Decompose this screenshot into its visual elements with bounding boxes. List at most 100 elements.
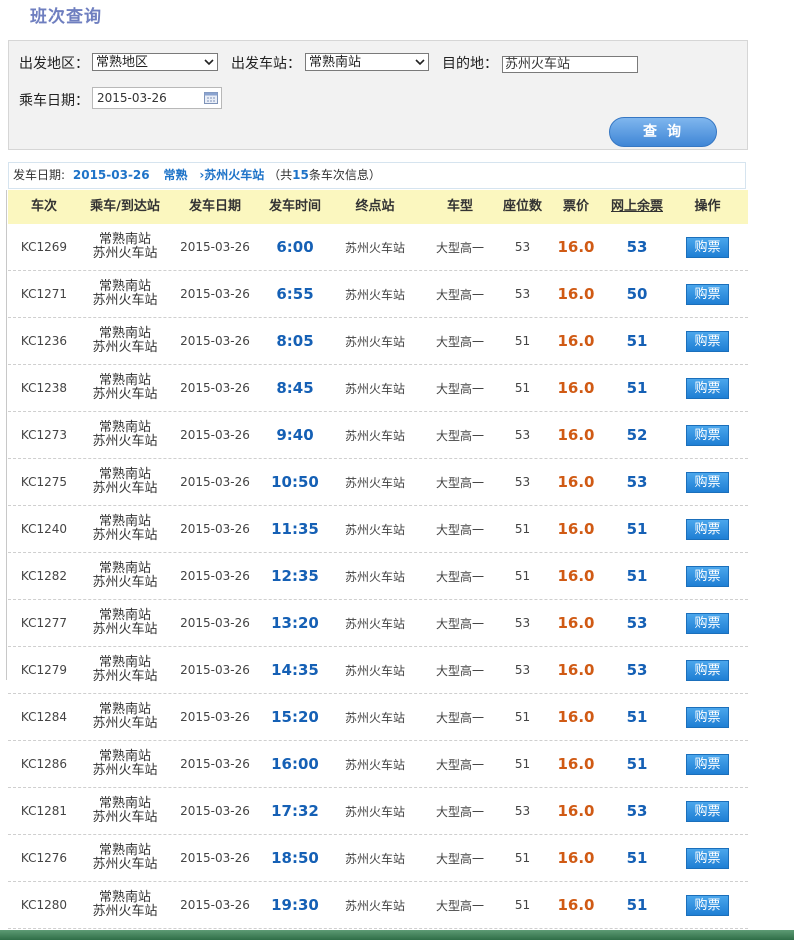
cell-date: 2015-03-26 — [180, 381, 250, 395]
cell-terminal: 苏州火车站 — [344, 710, 405, 725]
cell-seats: 53 — [514, 663, 531, 677]
boarding-station: 常熟南站 — [98, 467, 151, 482]
result-summary: 发车日期: 2015-03-26 常熟 ›苏州火车站 （共15条车次信息） — [8, 162, 746, 189]
cell-stations: 常熟南站 苏州火车站 — [80, 421, 170, 449]
cell-seats: 51 — [514, 757, 531, 771]
cell-time: 13:20 — [271, 614, 319, 632]
buy-ticket-button[interactable]: 购票 — [686, 800, 729, 822]
table-header: 车次 乘车/到达站 发车日期 发车时间 终点站 车型 座位数 票价 网上余票 操… — [8, 190, 748, 224]
cell-tickets-left: 53 — [626, 661, 648, 679]
cell-terminal: 苏州火车站 — [344, 381, 405, 396]
cell-code: KC1281 — [20, 804, 68, 818]
cell-code: KC1279 — [20, 663, 68, 677]
region-select[interactable]: 常熟地区 — [92, 53, 218, 71]
buy-ticket-button[interactable]: 购票 — [686, 706, 729, 728]
arrival-station: 苏州火车站 — [92, 481, 158, 496]
cell-stations: 常熟南站 苏州火车站 — [80, 515, 170, 543]
cell-action: 购票 — [667, 753, 748, 775]
cell-time: 8:45 — [276, 379, 314, 397]
destination-input[interactable]: 苏州火车站 — [502, 56, 638, 73]
buy-ticket-button[interactable]: 购票 — [686, 424, 729, 446]
arrival-station: 苏州火车站 — [92, 669, 158, 684]
cell-code: KC1269 — [20, 240, 68, 254]
cell-type: 大型高一 — [435, 381, 484, 396]
cell-code: KC1284 — [20, 710, 68, 724]
station-select-value: 常熟南站 — [309, 55, 362, 70]
buy-ticket-button[interactable]: 购票 — [686, 283, 729, 305]
cell-time: 15:20 — [271, 708, 319, 726]
summary-from: 常熟 — [163, 168, 188, 182]
buy-ticket-button[interactable]: 购票 — [686, 894, 729, 916]
cell-date: 2015-03-26 — [180, 757, 250, 771]
cell-date: 2015-03-26 — [180, 851, 250, 865]
arrival-station: 苏州火车站 — [92, 716, 158, 731]
summary-count-prefix: （共 — [268, 168, 293, 182]
cell-date: 2015-03-26 — [180, 898, 250, 912]
table-row: KC1280 常熟南站 苏州火车站 2015-03-26 19:30 苏州火车站 大型高一 5… — [8, 882, 748, 929]
boarding-station: 常熟南站 — [98, 655, 151, 670]
cell-seats: 53 — [514, 475, 531, 489]
station-select[interactable]: 常熟南站 — [305, 53, 429, 71]
buy-ticket-button[interactable]: 购票 — [686, 330, 729, 352]
cell-time: 12:35 — [271, 567, 319, 585]
arrival-station: 苏州火车站 — [92, 810, 158, 825]
buy-ticket-button[interactable]: 购票 — [686, 236, 729, 258]
cell-time: 8:05 — [276, 332, 314, 350]
cell-action: 购票 — [667, 894, 748, 916]
cell-price: 16.0 — [557, 285, 595, 303]
buy-ticket-button[interactable]: 购票 — [686, 518, 729, 540]
cell-code: KC1282 — [20, 569, 68, 583]
buy-ticket-button[interactable]: 购票 — [686, 612, 729, 634]
cell-tickets-left: 53 — [626, 802, 648, 820]
panel-divider — [6, 190, 7, 680]
cell-price: 16.0 — [557, 802, 595, 820]
buy-ticket-button[interactable]: 购票 — [686, 471, 729, 493]
cell-date: 2015-03-26 — [180, 334, 250, 348]
cell-code: KC1275 — [20, 475, 68, 489]
date-input[interactable]: 2015-03-26 — [92, 87, 222, 109]
cell-action: 购票 — [667, 612, 748, 634]
cell-type: 大型高一 — [435, 240, 484, 255]
cell-stations: 常熟南站 苏州火车站 — [80, 374, 170, 402]
cell-code: KC1276 — [20, 851, 68, 865]
header-stations: 乘车/到达站 — [90, 199, 160, 214]
boarding-station: 常熟南站 — [98, 420, 151, 435]
header-price: 票价 — [562, 199, 589, 214]
cell-time: 6:00 — [276, 238, 314, 256]
buy-ticket-button[interactable]: 购票 — [686, 659, 729, 681]
buy-ticket-button[interactable]: 购票 — [686, 565, 729, 587]
cell-price: 16.0 — [557, 332, 595, 350]
buy-ticket-button[interactable]: 购票 — [686, 753, 729, 775]
cell-type: 大型高一 — [435, 898, 484, 913]
footer-bar — [0, 930, 794, 940]
cell-action: 购票 — [667, 565, 748, 587]
cell-terminal: 苏州火车站 — [344, 757, 405, 772]
cell-action: 购票 — [667, 847, 748, 869]
cell-action: 购票 — [667, 283, 748, 305]
table-row: KC1273 常熟南站 苏州火车站 2015-03-26 9:40 苏州火车站 大型高一 53… — [8, 412, 748, 459]
buy-ticket-button[interactable]: 购票 — [686, 377, 729, 399]
header-code: 车次 — [30, 199, 57, 214]
cell-seats: 51 — [514, 381, 531, 395]
header-action: 操作 — [694, 199, 721, 214]
cell-code: KC1236 — [20, 334, 68, 348]
cell-date: 2015-03-26 — [180, 710, 250, 724]
header-tickets-left[interactable]: 网上余票 — [607, 190, 667, 224]
cell-action: 购票 — [667, 518, 748, 540]
cell-seats: 53 — [514, 616, 531, 630]
table-row: KC1269 常熟南站 苏州火车站 2015-03-26 6:00 苏州火车站 大型高一 53… — [8, 224, 748, 271]
buy-ticket-button[interactable]: 购票 — [686, 847, 729, 869]
date-label: 乘车日期： — [19, 93, 89, 109]
cell-seats: 53 — [514, 240, 531, 254]
cell-stations: 常熟南站 苏州火车站 — [80, 609, 170, 637]
search-button[interactable]: 查询 — [609, 117, 717, 147]
summary-to: 苏州火车站 — [204, 168, 265, 182]
table-row: KC1276 常熟南站 苏州火车站 2015-03-26 18:50 苏州火车站 大型高一 5… — [8, 835, 748, 882]
search-panel: 出发地区： 常熟地区 出发车站： 常熟南站 目的地： 苏州火车站 乘车日期： 2… — [8, 40, 748, 150]
cell-time: 18:50 — [271, 849, 319, 867]
arrival-station: 苏州火车站 — [92, 387, 158, 402]
table-row: KC1236 常熟南站 苏州火车站 2015-03-26 8:05 苏州火车站 大型高一 51… — [8, 318, 748, 365]
cell-terminal: 苏州火车站 — [344, 663, 405, 678]
summary-count-suffix: 条车次信息） — [308, 168, 381, 182]
calendar-icon[interactable] — [204, 91, 218, 104]
